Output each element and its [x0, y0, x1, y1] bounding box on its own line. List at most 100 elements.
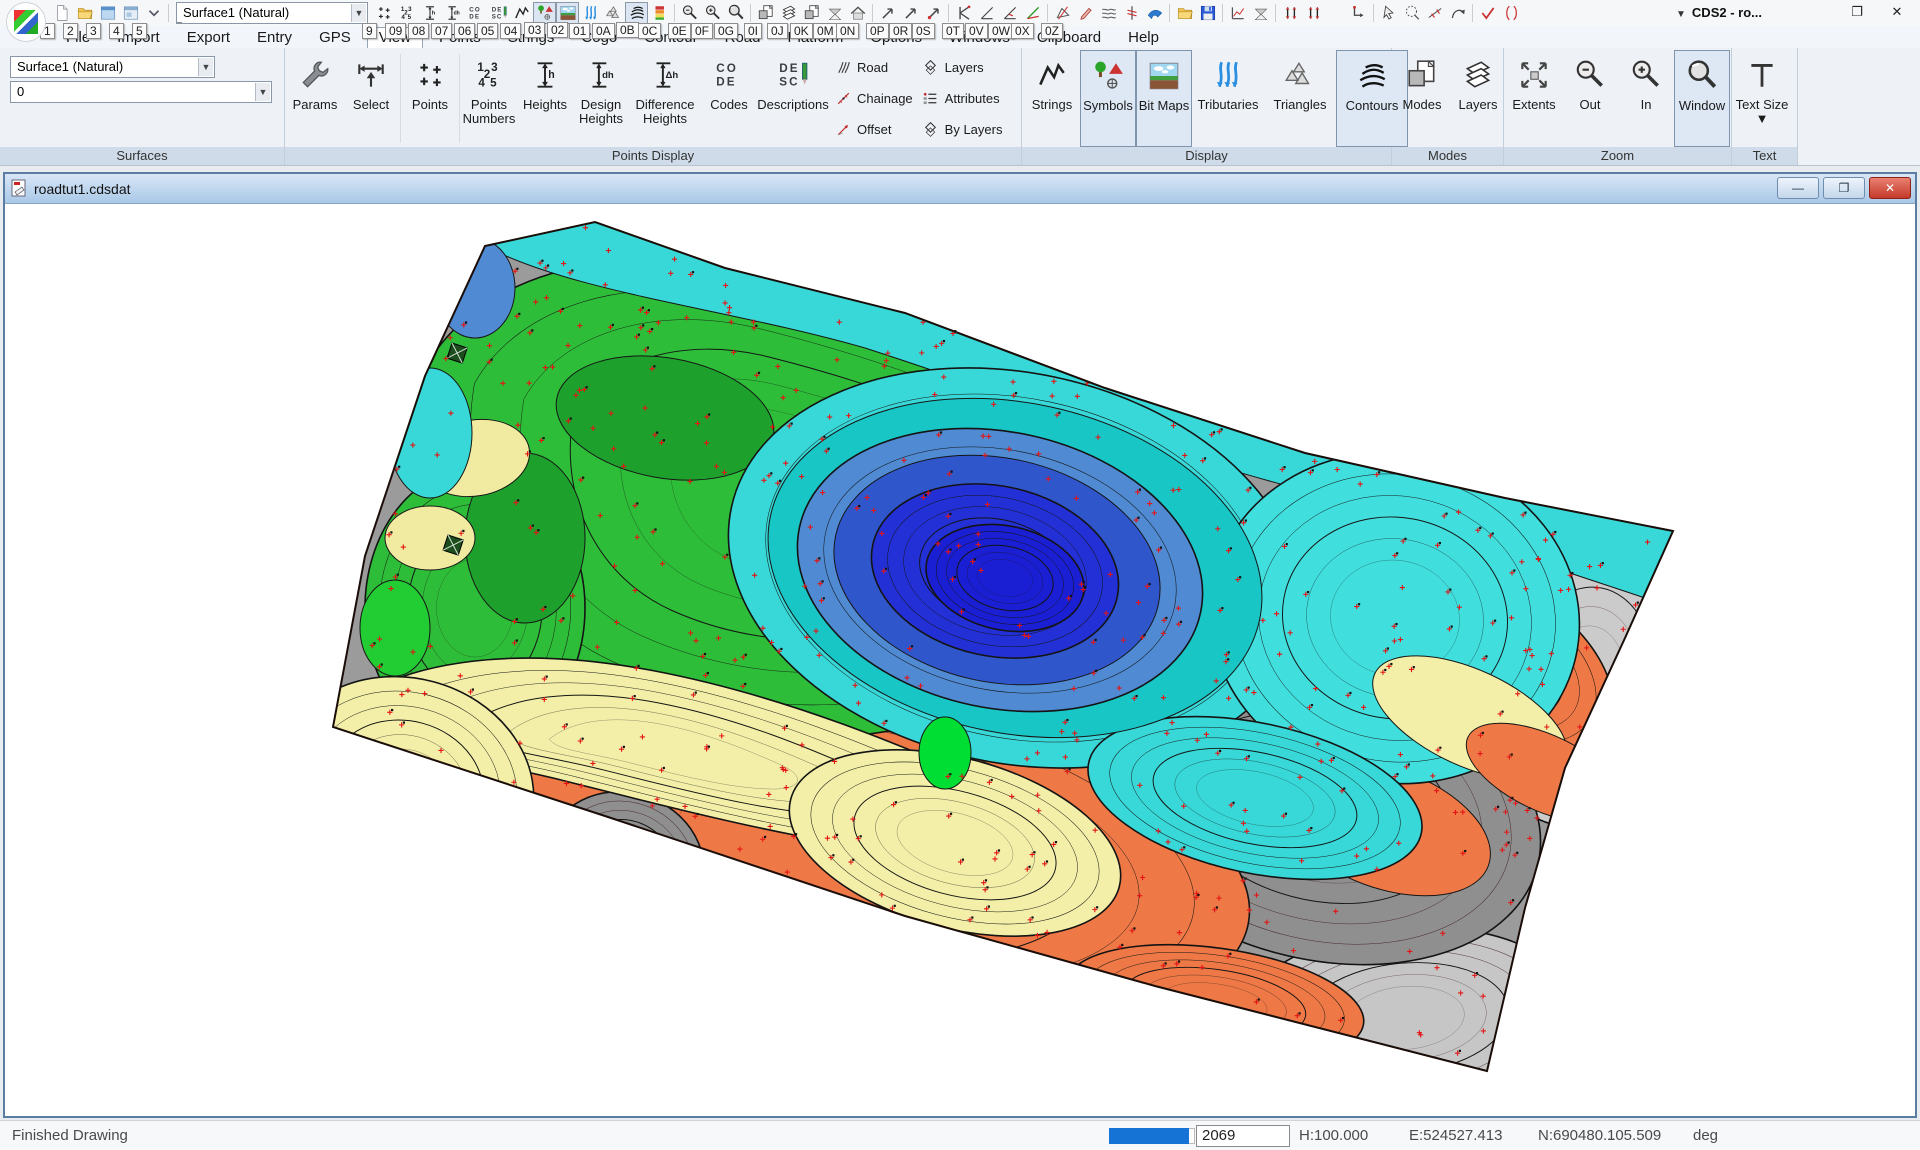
- select-button[interactable]: Select: [343, 50, 399, 147]
- out-button[interactable]: Out: [1562, 50, 1618, 147]
- qat-angle-red-button[interactable]: 0W: [998, 2, 1021, 24]
- qat-descriptions-button[interactable]: DESC05: [487, 2, 510, 24]
- qat-strings-button[interactable]: 04: [510, 2, 533, 24]
- qat-pencil-red-button[interactable]: [1074, 2, 1097, 24]
- qat-layers-big-button[interactable]: 0J: [777, 2, 800, 24]
- qat-triangle-red-button[interactable]: 0Z: [1051, 2, 1074, 24]
- qat-codes-button[interactable]: CODE06: [464, 2, 487, 24]
- heights-button[interactable]: hHeights: [517, 50, 573, 147]
- qat-triangles-button[interactable]: 0A: [602, 2, 625, 24]
- attributes-button[interactable]: Attributes: [921, 88, 1003, 110]
- layer-select[interactable]: 0▼: [10, 81, 272, 103]
- chainage-button[interactable]: Chainage: [833, 88, 913, 110]
- qat-valve-button[interactable]: [1279, 2, 1302, 24]
- qat-graph-button[interactable]: [1226, 2, 1249, 24]
- qat-arrow-ne-button[interactable]: 0P: [876, 2, 899, 24]
- road-button[interactable]: Road: [833, 57, 913, 79]
- qat-zoom-in-button[interactable]: 0F: [701, 2, 724, 24]
- qat-curve-button[interactable]: [1446, 2, 1469, 24]
- modes-button[interactable]: Modes: [1394, 50, 1450, 147]
- restore-window-button[interactable]: ❐: [1840, 2, 1874, 22]
- qat-zoom-out-button[interactable]: 0E: [678, 2, 701, 24]
- qat-lasso-button[interactable]: [1400, 2, 1423, 24]
- drawing-canvas[interactable]: [5, 204, 1915, 1116]
- surface-select[interactable]: Surface1 (Natural)▼: [10, 56, 215, 78]
- document-icon: [11, 179, 28, 198]
- tab-clipboard[interactable]: Clipboard: [1026, 28, 1112, 48]
- qat-cursor-button[interactable]: [1377, 2, 1400, 24]
- qat-angle-button[interactable]: 0V: [975, 2, 998, 24]
- qat-waves-button[interactable]: [1097, 2, 1120, 24]
- qat-new-file-button[interactable]: 1: [50, 2, 73, 24]
- points-numbers-button[interactable]: 13245Points Numbers: [461, 50, 517, 147]
- qat-cross-red-button[interactable]: [1120, 2, 1143, 24]
- qat-corner-button[interactable]: [1347, 2, 1370, 24]
- doc-restore-button[interactable]: ❐: [1823, 177, 1865, 199]
- qat-design-heights-button[interactable]: dh07: [441, 2, 464, 24]
- qat-points-button[interactable]: 9: [372, 2, 395, 24]
- qat-chevron-down-button[interactable]: 5: [142, 2, 165, 24]
- qat-flip-button[interactable]: [1249, 2, 1272, 24]
- document-title-bar[interactable]: roadtut1.cdsdat — ❐ ✕: [5, 174, 1915, 204]
- status-value-box[interactable]: 2069: [1196, 1125, 1290, 1147]
- qat-window-blue-button[interactable]: 3: [96, 2, 119, 24]
- bit-maps-button[interactable]: Bit Maps: [1136, 50, 1192, 147]
- qat-contours-button[interactable]: 0B: [625, 2, 648, 24]
- qat-open-folder-button[interactable]: 2: [73, 2, 96, 24]
- tab-help[interactable]: Help: [1117, 28, 1170, 48]
- qat-zoom-window-button[interactable]: 0G: [724, 2, 747, 24]
- qat-symbols-button[interactable]: 03: [533, 2, 556, 24]
- triangles-button[interactable]: Triangles: [1264, 50, 1336, 147]
- qat-surface-combo[interactable]: Surface1 (Natural)▼7: [176, 2, 368, 24]
- layers-button[interactable]: Layers: [1450, 50, 1506, 147]
- qat-save-button[interactable]: [1196, 2, 1219, 24]
- difference-heights-button[interactable]: ΔhDifference Heights: [629, 50, 701, 147]
- codes-button[interactable]: CODECodes: [701, 50, 757, 147]
- app-logo[interactable]: [6, 2, 46, 42]
- button-label: Triangles: [1274, 98, 1327, 112]
- qat-angle-green-button[interactable]: 0X: [1021, 2, 1044, 24]
- qat-point-numbers-button[interactable]: 1324509: [395, 2, 418, 24]
- qat-check-red-button[interactable]: [1476, 2, 1499, 24]
- design-heights-button[interactable]: dhDesign Heights: [573, 50, 629, 147]
- qat-arrow-k-button[interactable]: 0T: [952, 2, 975, 24]
- qat-heights-button[interactable]: h08: [418, 2, 441, 24]
- offset-button[interactable]: Offset: [833, 119, 913, 141]
- doc-minimize-button[interactable]: —: [1777, 177, 1819, 199]
- zoom-out-icon: [1573, 58, 1607, 92]
- extents-button[interactable]: Extents: [1506, 50, 1562, 147]
- strings-button[interactable]: Strings: [1024, 50, 1080, 147]
- qat-bracket-red-button[interactable]: [1499, 2, 1522, 24]
- in-button[interactable]: In: [1618, 50, 1674, 147]
- window-button[interactable]: Window: [1674, 50, 1730, 147]
- tab-export[interactable]: Export: [176, 28, 241, 48]
- qat-valve-button[interactable]: [1302, 2, 1325, 24]
- terrain-contour-map[interactable]: [5, 208, 1915, 1114]
- tab-entry[interactable]: Entry: [246, 28, 303, 48]
- by-layers-button[interactable]: By Layers: [921, 119, 1003, 141]
- qat-app-window-button[interactable]: 4: [119, 2, 142, 24]
- close-window-button[interactable]: ✕: [1880, 2, 1914, 22]
- text-size--button[interactable]: Text Size ▼: [1734, 50, 1790, 147]
- qat-home-button[interactable]: 0N: [846, 2, 869, 24]
- qat-modes-button[interactable]: 0K: [800, 2, 823, 24]
- tab-gps[interactable]: GPS: [308, 28, 362, 48]
- symbols-button[interactable]: Symbols: [1080, 50, 1136, 147]
- tributaries-button[interactable]: Tributaries: [1192, 50, 1264, 147]
- qat-bitmaps-button[interactable]: 02: [556, 2, 579, 24]
- qat-ribbon-button[interactable]: [1143, 2, 1166, 24]
- qat-colorbar-button[interactable]: 0C: [648, 2, 671, 24]
- qat-open-folder-button[interactable]: [1173, 2, 1196, 24]
- qat-arrow-ne-button[interactable]: 0R: [899, 2, 922, 24]
- qat-flip-button[interactable]: 0M: [823, 2, 846, 24]
- doc-close-button[interactable]: ✕: [1869, 177, 1911, 199]
- descriptions-button[interactable]: DESCDescriptions: [757, 50, 829, 147]
- qat-break-button[interactable]: [1423, 2, 1446, 24]
- points-button[interactable]: Points: [402, 50, 458, 147]
- qat-tributaries-button[interactable]: 01: [579, 2, 602, 24]
- qat-arrow-ne-red-button[interactable]: 0S: [922, 2, 945, 24]
- small-button-column: Layers Attributes By Layers: [917, 50, 1007, 147]
- qat-modes-button[interactable]: 0I: [754, 2, 777, 24]
- params-button[interactable]: Params: [287, 50, 343, 147]
- layers-button[interactable]: Layers: [921, 57, 1003, 79]
